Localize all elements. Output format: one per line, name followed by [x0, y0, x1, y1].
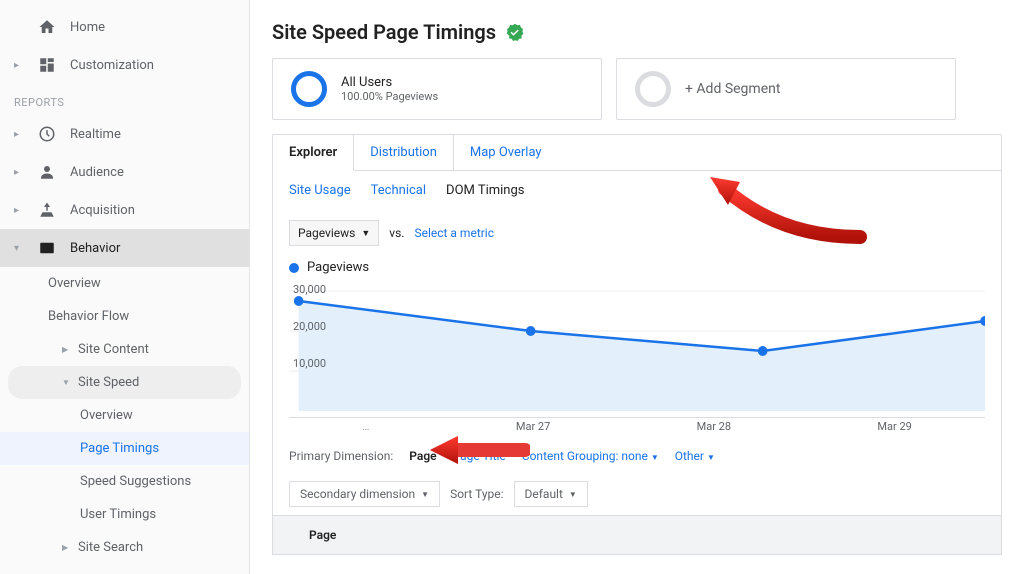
dim-page-title[interactable]: Page Title: [453, 449, 506, 463]
dimension-bar: Primary Dimension: Page Page Title Conte…: [272, 433, 1002, 473]
report-tabs: Explorer Distribution Map Overlay: [272, 134, 1002, 171]
sort-type-dropdown[interactable]: Default ▼: [514, 481, 588, 507]
sub-speed-suggestions[interactable]: Speed Suggestions: [0, 465, 249, 498]
xtick: …: [362, 420, 369, 433]
tab-map-overlay[interactable]: Map Overlay: [454, 135, 558, 170]
chevron-right-icon: ▸: [14, 167, 24, 178]
metric-row: Pageviews ▼ vs. Select a metric: [272, 210, 1002, 256]
secondary-dim-label: Secondary dimension: [300, 487, 415, 501]
title-row: Site Speed Page Timings: [272, 20, 1002, 44]
dim-other[interactable]: Other ▼: [675, 449, 715, 463]
sub-site-speed[interactable]: ▼ Site Speed: [8, 366, 241, 399]
sort-type-label: Sort Type:: [450, 487, 503, 501]
nav-acquisition[interactable]: ▸ Acquisition: [0, 191, 249, 229]
line-chart: [289, 283, 985, 413]
secondary-dim-row: Secondary dimension ▼ Sort Type: Default…: [272, 473, 1002, 515]
chart-legend: Pageviews: [272, 256, 1002, 283]
reports-label: REPORTS: [0, 84, 249, 115]
caret-down-icon: ▼: [421, 490, 429, 499]
xtick: Mar 29: [877, 420, 911, 433]
nav-customization-label: Customization: [70, 58, 154, 73]
th-page: Page: [309, 528, 336, 542]
segment-text: All Users 100.00% Pageviews: [341, 75, 438, 103]
sub-site-content-label: Site Content: [78, 342, 149, 357]
sub-tabs: Site Usage Technical DOM Timings: [272, 171, 1002, 210]
legend-label: Pageviews: [307, 260, 369, 275]
ytick: 30,000: [293, 283, 326, 320]
home-icon: [38, 18, 56, 36]
xtick: Mar 28: [697, 420, 731, 433]
page-title: Site Speed Page Timings: [272, 20, 496, 44]
sidebar: Home ▸ Customization REPORTS ▸ Realtime …: [0, 0, 250, 574]
caret-down-icon: ▼: [707, 453, 715, 462]
main-content: Site Speed Page Timings All Users 100.00…: [250, 0, 1024, 574]
triangle-down-icon: ▼: [62, 378, 70, 387]
acquisition-icon: [38, 201, 56, 219]
sub-page-timings[interactable]: Page Timings: [0, 432, 249, 465]
nav-behavior[interactable]: ▾ Behavior: [0, 229, 249, 267]
metric-dropdown-label: Pageviews: [298, 226, 355, 240]
caret-down-icon: ▼: [651, 453, 659, 462]
subtab-site-usage[interactable]: Site Usage: [289, 183, 351, 198]
secondary-dimension-dropdown[interactable]: Secondary dimension ▼: [289, 481, 440, 507]
subtab-technical[interactable]: Technical: [371, 183, 426, 198]
segment-add[interactable]: + Add Segment: [616, 58, 956, 120]
triangle-right-icon: ▶: [62, 543, 70, 552]
sort-type-value: Default: [525, 487, 563, 501]
nav-home-label: Home: [70, 20, 105, 35]
select-metric-link[interactable]: Select a metric: [414, 226, 494, 240]
segments-row: All Users 100.00% Pageviews + Add Segmen…: [272, 58, 1002, 120]
ytick: 10,000: [293, 357, 326, 394]
sub-behavior-flow[interactable]: Behavior Flow: [0, 300, 249, 333]
sub-user-timings[interactable]: User Timings: [0, 498, 249, 531]
segment-circle-icon: [291, 71, 327, 107]
xtick: Mar 27: [516, 420, 550, 433]
sub-site-search-label: Site Search: [78, 540, 143, 555]
nav-acquisition-label: Acquisition: [70, 203, 135, 218]
primary-dim-label: Primary Dimension:: [289, 449, 393, 463]
sub-site-search[interactable]: ▶ Site Search: [0, 531, 249, 564]
behavior-icon: [38, 239, 56, 257]
x-axis: … Mar 27 Mar 28 Mar 29: [289, 417, 985, 433]
nav-behavior-label: Behavior: [70, 241, 120, 256]
nav-audience[interactable]: ▸ Audience: [0, 153, 249, 191]
nav-customization[interactable]: ▸ Customization: [0, 46, 249, 84]
verified-icon: [506, 23, 524, 41]
chevron-right-icon: ▸: [14, 129, 24, 140]
table-header: Page: [272, 515, 1002, 555]
nav-realtime-label: Realtime: [70, 127, 121, 142]
triangle-right-icon: ▶: [62, 345, 70, 354]
chevron-right-icon: ▸: [14, 60, 24, 71]
person-icon: [38, 163, 56, 181]
nav-home[interactable]: Home: [0, 8, 249, 46]
vs-label: vs.: [389, 226, 404, 240]
sub-site-speed-label: Site Speed: [78, 375, 139, 390]
subtab-dom-timings[interactable]: DOM Timings: [446, 183, 524, 198]
caret-down-icon: ▼: [361, 228, 370, 239]
nav-audience-label: Audience: [70, 165, 124, 180]
segment-title: All Users: [341, 75, 438, 90]
y-axis-labels: 30,000 20,000 10,000: [293, 283, 326, 394]
chevron-down-icon: ▾: [14, 243, 24, 254]
dim-page[interactable]: Page: [409, 449, 436, 463]
caret-down-icon: ▼: [569, 490, 577, 499]
segment-all-users[interactable]: All Users 100.00% Pageviews: [272, 58, 602, 120]
nav-realtime[interactable]: ▸ Realtime: [0, 115, 249, 153]
segment-add-label: + Add Segment: [685, 81, 780, 97]
dim-content-grouping[interactable]: Content Grouping: none ▼: [522, 449, 659, 463]
chart-area: 30,000 20,000 10,000 … Mar 27 Mar 28 Mar…: [272, 283, 1002, 433]
chevron-right-icon: ▸: [14, 205, 24, 216]
tab-explorer[interactable]: Explorer: [273, 135, 354, 171]
sub-speed-overview[interactable]: Overview: [0, 399, 249, 432]
ytick: 20,000: [293, 320, 326, 357]
clock-icon: [38, 125, 56, 143]
sub-overview[interactable]: Overview: [0, 267, 249, 300]
tab-distribution[interactable]: Distribution: [354, 135, 454, 170]
dashboard-icon: [38, 56, 56, 74]
metric-dropdown[interactable]: Pageviews ▼: [289, 220, 379, 246]
legend-dot-icon: [289, 263, 299, 273]
segment-subtitle: 100.00% Pageviews: [341, 90, 438, 103]
segment-circle-icon: [635, 71, 671, 107]
sub-site-content[interactable]: ▶ Site Content: [0, 333, 249, 366]
